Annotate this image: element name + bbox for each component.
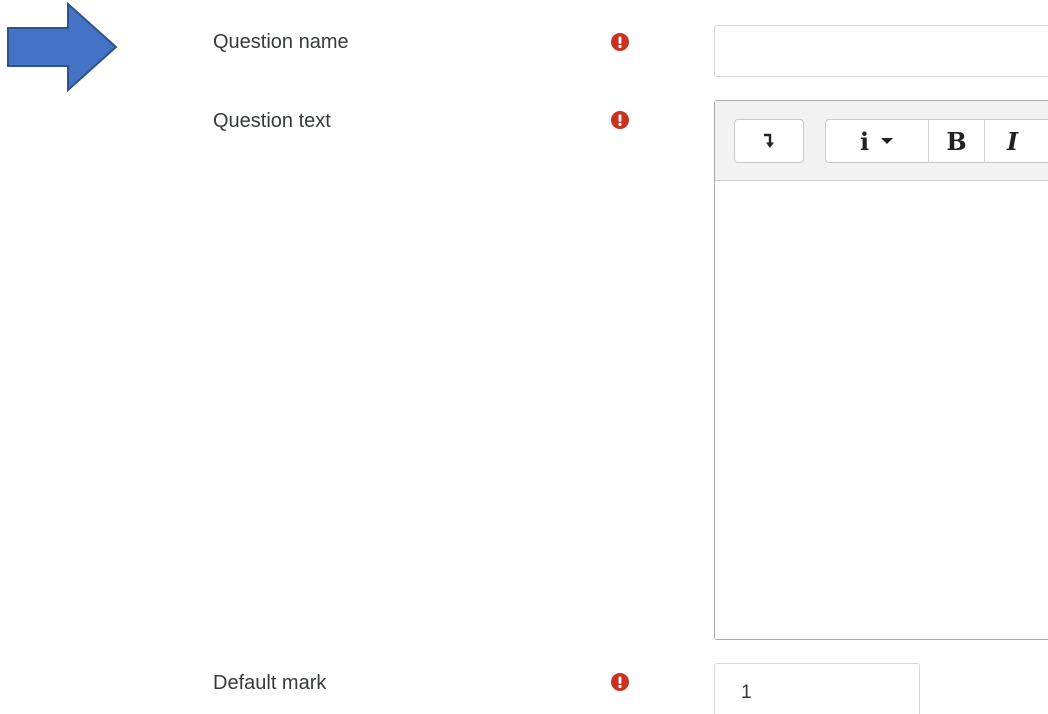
toolbar-bold-button[interactable]: B	[928, 120, 984, 162]
toolbar-group-collapse	[734, 119, 804, 163]
default-mark-input[interactable]: 1	[714, 663, 920, 714]
info-button-label: i	[859, 126, 870, 156]
toolbar-group-style: i B I	[825, 119, 1048, 163]
arrow-right-icon	[7, 2, 118, 92]
italic-button-label: I	[1006, 126, 1019, 156]
default-mark-label: Default mark	[213, 672, 327, 694]
question-edit-form: Question name Question text i B I Defaul…	[0, 0, 1048, 714]
question-name-label: Question name	[213, 31, 349, 53]
question-text-editor: i B I	[714, 100, 1048, 640]
caret-down-icon	[881, 138, 894, 144]
toolbar-italic-button[interactable]: I	[984, 120, 1040, 162]
bold-button-label: B	[946, 126, 967, 156]
required-icon	[611, 673, 629, 691]
required-icon	[611, 111, 629, 129]
required-icon	[611, 33, 629, 51]
toolbar-info-button[interactable]: i	[826, 120, 928, 162]
question-text-label: Question text	[213, 110, 331, 132]
editor-toolbar: i B I	[715, 101, 1048, 181]
question-name-input[interactable]	[714, 25, 1048, 77]
toolbar-collapse-button[interactable]	[735, 120, 803, 162]
toolbar-collapse-icon	[764, 133, 774, 148]
editor-content-area[interactable]	[715, 181, 1048, 639]
